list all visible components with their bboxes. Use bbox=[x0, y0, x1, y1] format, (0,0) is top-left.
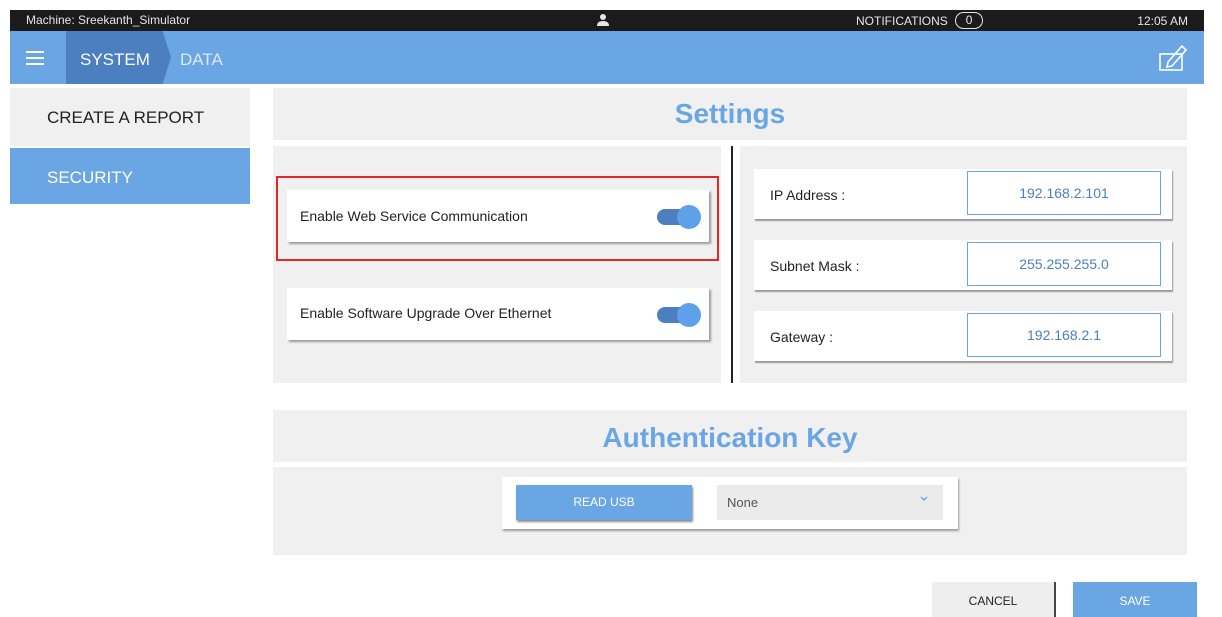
save-button[interactable]: SAVE bbox=[1073, 582, 1197, 617]
software-upgrade-toggle[interactable] bbox=[657, 303, 701, 327]
machine-name: Machine: Sreekanth_Simulator bbox=[26, 13, 191, 27]
web-service-label: Enable Web Service Communication bbox=[300, 208, 528, 224]
web-service-toggle-row: Enable Web Service Communication bbox=[287, 190, 709, 242]
ip-address-label: IP Address : bbox=[770, 187, 846, 203]
breadcrumb-data[interactable]: DATA bbox=[180, 50, 223, 70]
edit-icon[interactable] bbox=[1156, 40, 1190, 74]
ip-address-field[interactable]: 192.168.2.101 bbox=[967, 171, 1161, 215]
clock: 12:05 AM bbox=[1137, 14, 1188, 28]
gateway-field[interactable]: 192.168.2.1 bbox=[967, 313, 1161, 357]
status-bar: Machine: Sreekanth_Simulator NOTIFICATIO… bbox=[10, 10, 1204, 31]
notifications-count-badge: 0 bbox=[955, 12, 984, 29]
read-usb-button[interactable]: READ USB bbox=[516, 485, 692, 520]
nav-bar: SYSTEM DATA bbox=[10, 31, 1204, 84]
gateway-row: Gateway : 192.168.2.1 bbox=[754, 311, 1172, 361]
subnet-mask-row: Subnet Mask : 255.255.255.0 bbox=[754, 240, 1172, 290]
settings-title: Settings bbox=[273, 88, 1187, 140]
ip-address-row: IP Address : 192.168.2.101 bbox=[754, 169, 1172, 219]
subnet-mask-label: Subnet Mask : bbox=[770, 258, 860, 274]
notifications[interactable]: NOTIFICATIONS 0 bbox=[856, 12, 984, 30]
sidebar-item-security[interactable]: SECURITY bbox=[10, 148, 250, 204]
cancel-button[interactable]: CANCEL bbox=[932, 582, 1056, 617]
hamburger-icon[interactable] bbox=[26, 51, 44, 65]
gateway-label: Gateway : bbox=[770, 329, 834, 345]
software-upgrade-label: Enable Software Upgrade Over Ethernet bbox=[300, 305, 552, 321]
auth-key-title: Authentication Key bbox=[273, 410, 1187, 462]
notifications-label: NOTIFICATIONS bbox=[856, 14, 948, 28]
breadcrumb-system[interactable]: SYSTEM bbox=[66, 31, 171, 84]
subnet-mask-field[interactable]: 255.255.255.0 bbox=[967, 242, 1161, 286]
user-icon[interactable] bbox=[596, 13, 610, 27]
auth-key-select[interactable]: None bbox=[717, 485, 943, 520]
software-upgrade-toggle-row: Enable Software Upgrade Over Ethernet bbox=[287, 288, 709, 340]
sidebar-item-create-report[interactable]: CREATE A REPORT bbox=[10, 88, 250, 146]
web-service-toggle[interactable] bbox=[657, 205, 701, 229]
panel-divider bbox=[731, 146, 733, 383]
auth-key-select-value: None bbox=[727, 495, 759, 510]
chevron-down-icon bbox=[920, 496, 928, 501]
